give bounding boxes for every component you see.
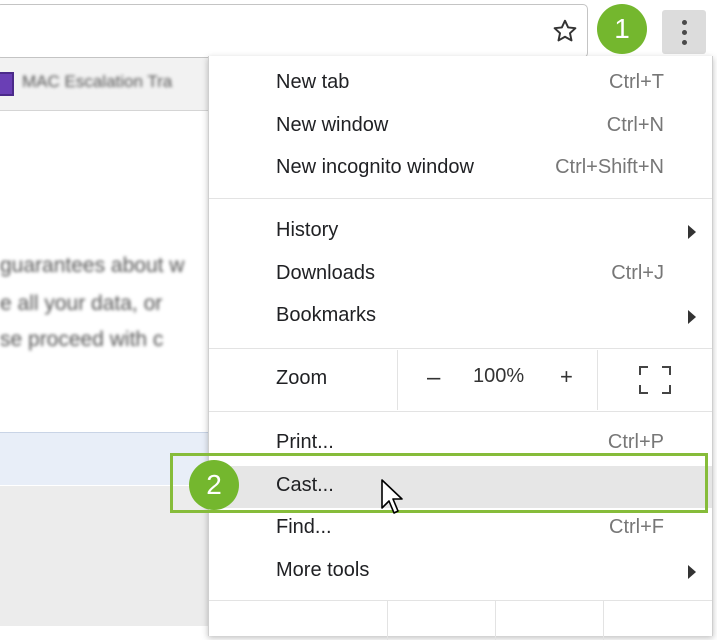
menu-item-new-tab[interactable]: New tab Ctrl+T bbox=[209, 63, 712, 105]
zoom-controls: Zoom – 100% + bbox=[209, 350, 712, 410]
menu-item-shortcut: Ctrl+P bbox=[607, 431, 664, 453]
step-badge-2: 2 bbox=[189, 460, 239, 510]
menu-item-label: Downloads bbox=[276, 262, 375, 284]
submenu-arrow-icon bbox=[688, 565, 696, 579]
bookmark-favicon-icon bbox=[0, 72, 14, 96]
menu-item-label: New window bbox=[276, 114, 389, 136]
bookmarks-bar: MAC Escalation Tra bbox=[0, 58, 210, 111]
menu-item-label: New incognito window bbox=[276, 156, 474, 178]
menu-item-find[interactable]: Find... Ctrl+F bbox=[209, 508, 712, 550]
menu-separator bbox=[209, 198, 712, 199]
step-badge-1: 1 bbox=[597, 4, 647, 54]
menu-item-label: New tab bbox=[276, 71, 350, 93]
menu-item-label: Find... bbox=[276, 516, 332, 538]
zoom-out-button[interactable]: – bbox=[427, 364, 440, 392]
address-bar[interactable] bbox=[0, 4, 588, 58]
zoom-level-value: 100% bbox=[473, 365, 525, 387]
edit-controls bbox=[209, 600, 712, 640]
menu-item-more-tools[interactable]: More tools bbox=[209, 551, 712, 593]
page-text-line: se proceed with c bbox=[0, 328, 164, 351]
menu-item-shortcut: Ctrl+F bbox=[609, 516, 664, 538]
menu-separator bbox=[209, 411, 712, 412]
page-text-line: e all your data, or bbox=[0, 292, 163, 315]
menu-item-new-window[interactable]: New window Ctrl+N bbox=[209, 106, 712, 148]
menu-item-new-incognito-window[interactable]: New incognito window Ctrl+Shift+N bbox=[209, 148, 712, 190]
menu-item-history[interactable]: History bbox=[209, 211, 712, 253]
menu-item-shortcut: Ctrl+Shift+N bbox=[555, 156, 664, 178]
page-text-line: guarantees about w bbox=[0, 254, 185, 277]
bookmark-star-icon[interactable] bbox=[552, 18, 578, 44]
menu-item-label: Print... bbox=[276, 431, 334, 453]
bookmark-item-label[interactable]: MAC Escalation Tra bbox=[22, 72, 172, 92]
submenu-arrow-icon bbox=[688, 310, 696, 324]
fullscreen-icon[interactable] bbox=[639, 366, 671, 394]
menu-item-label: Bookmarks bbox=[276, 304, 377, 326]
menu-item-shortcut: Ctrl+J bbox=[611, 262, 664, 284]
zoom-in-button[interactable]: + bbox=[560, 364, 573, 390]
menu-separator bbox=[209, 348, 712, 349]
chrome-menu-button[interactable] bbox=[662, 10, 706, 54]
menu-item-label: More tools bbox=[276, 559, 370, 581]
step-highlight-box bbox=[170, 453, 708, 513]
menu-item-label: History bbox=[276, 219, 339, 241]
menu-item-shortcut: Ctrl+N bbox=[606, 114, 664, 136]
zoom-label: Zoom bbox=[276, 367, 328, 389]
chrome-main-menu: New tab Ctrl+T New window Ctrl+N New inc… bbox=[208, 56, 713, 640]
mouse-cursor-icon bbox=[381, 479, 403, 514]
kebab-icon bbox=[682, 20, 687, 25]
menu-item-downloads[interactable]: Downloads Ctrl+J bbox=[209, 254, 712, 296]
menu-item-bookmarks[interactable]: Bookmarks bbox=[209, 296, 712, 338]
submenu-arrow-icon bbox=[688, 225, 696, 239]
menu-item-shortcut: Ctrl+T bbox=[609, 71, 664, 93]
